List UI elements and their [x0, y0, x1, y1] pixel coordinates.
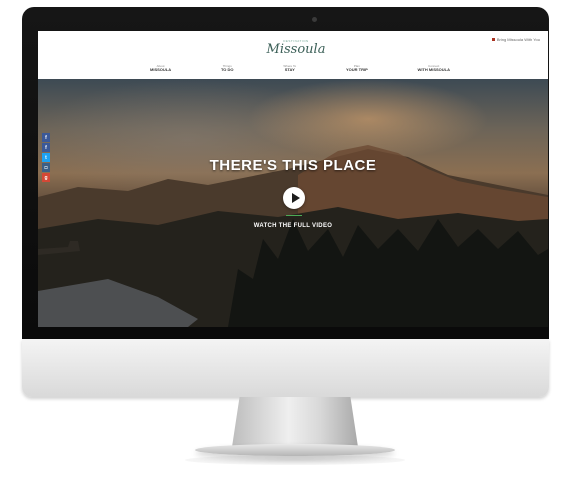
facebook-icon[interactable]: f — [42, 133, 50, 142]
nav-item-where-to-stay[interactable]: Where To STAY — [283, 64, 296, 76]
monitor-stand-base — [195, 444, 395, 456]
monitor-chin — [22, 339, 549, 397]
nav-main: WITH MISSOULA — [417, 67, 450, 72]
nav-main: YOUR TRIP — [345, 67, 368, 72]
monitor-stand-neck — [232, 397, 358, 447]
site-header: Bring Missoula With You DESTINATION Miss… — [38, 31, 548, 79]
stand-shadow — [185, 455, 405, 465]
browser-screen: Bring Missoula With You DESTINATION Miss… — [38, 31, 548, 327]
facebook-share-icon[interactable]: f — [42, 143, 50, 152]
nav-main: MISSOULA — [150, 67, 172, 72]
header-utility-link[interactable]: Bring Missoula With You — [491, 37, 540, 42]
main-nav: About MISSOULA Things TO DO Where To STA… — [150, 64, 450, 76]
watch-video-link[interactable]: WATCH THE FULL VIDEO — [38, 223, 548, 229]
utility-text: Bring Missoula With You — [496, 37, 540, 42]
monitor-mockup: Bring Missoula With You DESTINATION Miss… — [0, 0, 569, 503]
nav-main: TO DO — [220, 67, 234, 72]
play-button[interactable] — [283, 187, 305, 209]
camera-icon — [312, 17, 317, 22]
play-icon — [291, 193, 300, 203]
nav-item-things-to-do[interactable]: Things TO DO — [221, 64, 234, 76]
nav-item-plan-trip[interactable]: Plan YOUR TRIP — [346, 64, 368, 76]
site-logo[interactable]: DESTINATION Missoula — [266, 39, 326, 57]
google-plus-icon[interactable]: g — [42, 173, 50, 182]
logo-name: Missoula — [266, 42, 326, 57]
nav-item-connect[interactable]: Connect WITH MISSOULA — [418, 64, 450, 76]
hero-overlay: f f t ◘ g THERE'S THIS PLACE WATCH THE F… — [38, 79, 548, 327]
nav-item-about[interactable]: About MISSOULA — [150, 64, 171, 76]
accent-divider — [286, 215, 302, 216]
nav-main: STAY — [284, 67, 295, 72]
hero-headline: THERE'S THIS PLACE — [209, 157, 377, 174]
flag-icon — [491, 38, 495, 41]
hero-video-banner: f f t ◘ g THERE'S THIS PLACE WATCH THE F… — [38, 79, 548, 327]
